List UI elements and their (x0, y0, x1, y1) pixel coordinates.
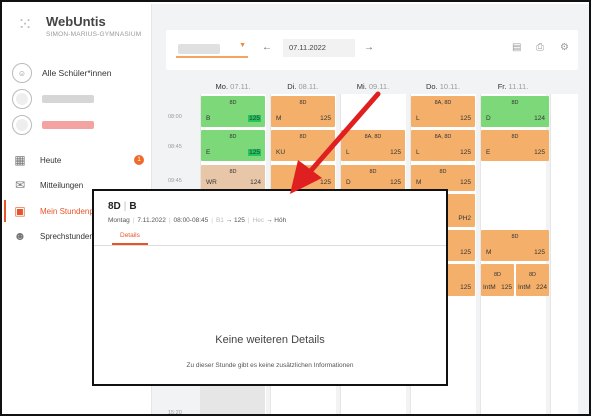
annotation-arrow-icon (290, 91, 381, 194)
screenshot-frame: ⁙ WebUntis SIMON-MARIUS-GYMNASIUM ☺ Alle… (0, 0, 591, 416)
